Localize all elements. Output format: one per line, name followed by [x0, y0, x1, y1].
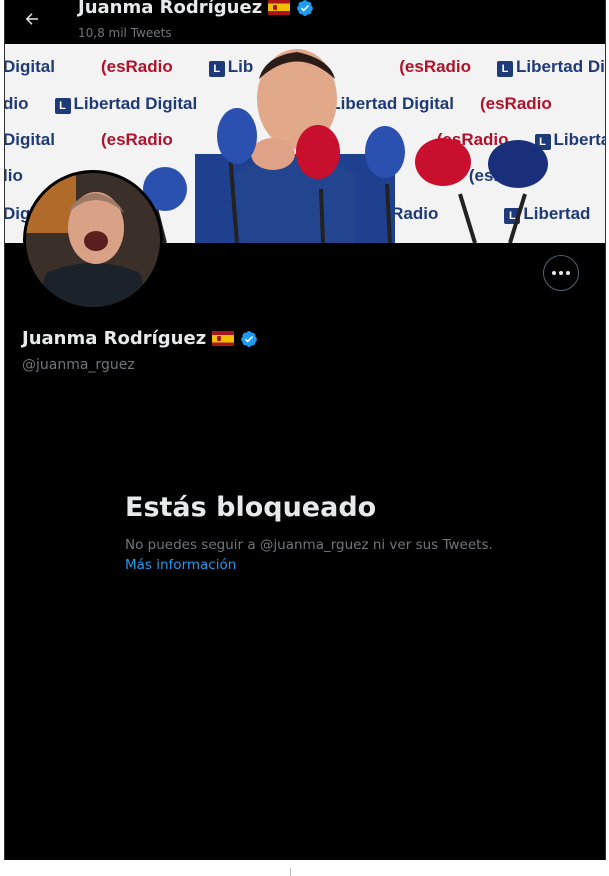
profile-page: Juanma Rodríguez 10,8 mil Tweets Digital…	[4, 0, 606, 860]
verified-badge-icon	[241, 330, 258, 347]
blocked-title: Estás bloqueado	[125, 492, 377, 523]
spain-flag-icon	[268, 0, 291, 15]
more-info-link[interactable]: Más información	[125, 557, 236, 573]
more-dots-icon	[552, 271, 556, 275]
blocked-description: No puedes seguir a @juanma_rguez ni ver …	[125, 537, 493, 553]
back-arrow-icon	[25, 13, 38, 25]
verified-badge-icon	[297, 0, 314, 16]
profile-name: Juanma Rodríguez	[22, 328, 258, 349]
more-dots-icon	[559, 271, 563, 275]
avatar-figure	[26, 173, 160, 307]
header-name-text: Juanma Rodríguez	[78, 0, 263, 18]
more-dots-icon	[566, 271, 570, 275]
more-options-button[interactable]	[543, 255, 579, 291]
profile-header-bar: Juanma Rodríguez 10,8 mil Tweets	[5, 0, 605, 44]
tweet-count: 10,8 mil Tweets	[78, 26, 172, 40]
header-profile-name: Juanma Rodríguez	[78, 0, 314, 18]
divider	[290, 868, 291, 876]
profile-name-text: Juanma Rodríguez	[22, 328, 207, 349]
back-button[interactable]	[17, 4, 47, 34]
spain-flag-icon	[212, 331, 235, 346]
profile-avatar[interactable]	[23, 170, 163, 310]
profile-handle: @juanma_rguez	[22, 357, 135, 373]
